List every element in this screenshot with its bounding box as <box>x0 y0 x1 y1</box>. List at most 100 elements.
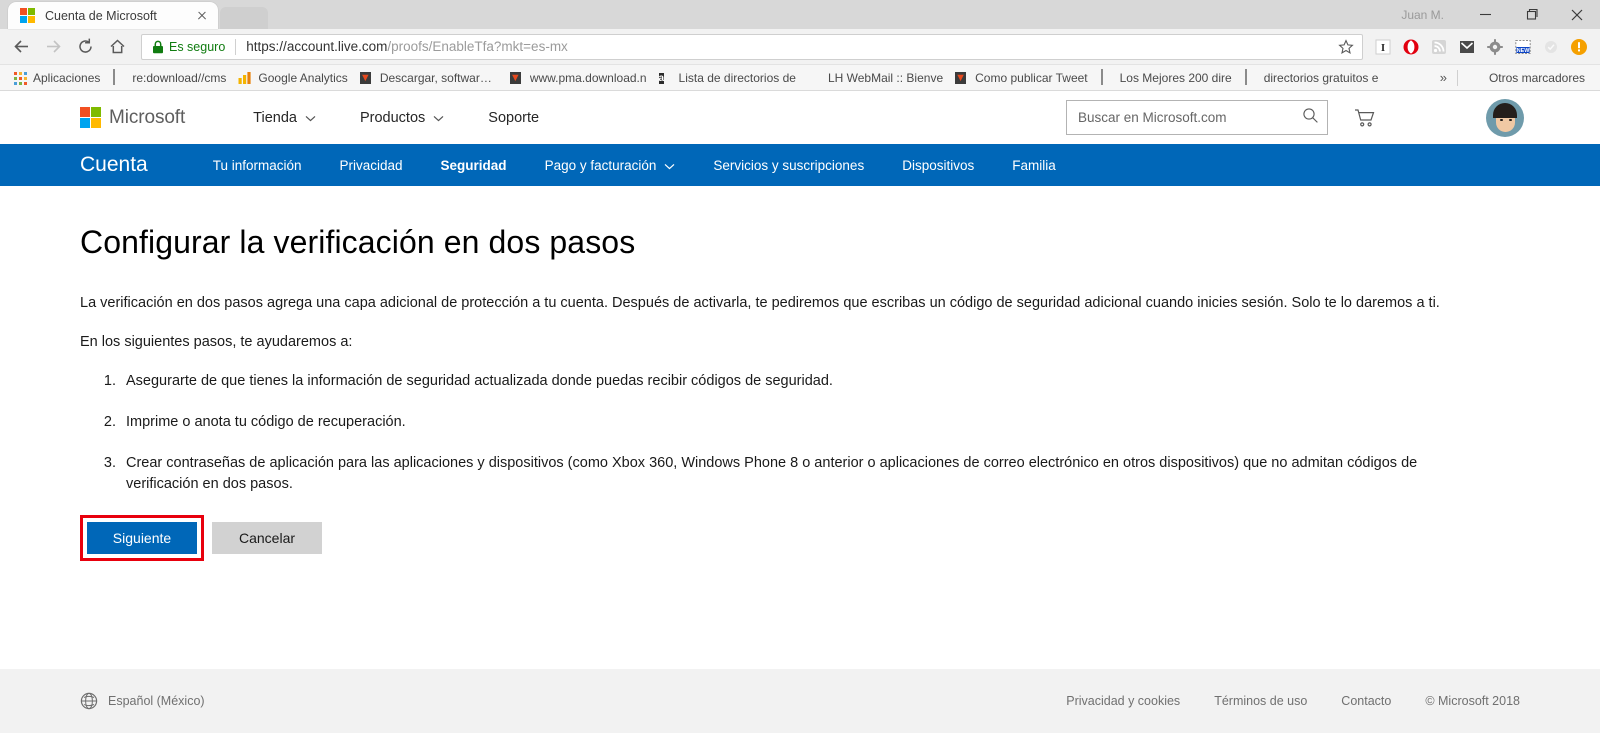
bookmark-item[interactable]: Google Analytics <box>233 68 354 88</box>
nav-item-tienda[interactable]: Tienda <box>231 110 338 126</box>
language-selector[interactable]: Español (México) <box>80 692 205 710</box>
search-input[interactable] <box>1078 110 1302 125</box>
opera-shield-icon[interactable] <box>1397 33 1425 61</box>
bookmark-item[interactable]: ▼ Descargar, software, c <box>355 68 505 88</box>
bookmark-apps[interactable]: Aplicaciones <box>8 68 107 88</box>
microsoft-global-header: Microsoft Tienda Productos Soporte <box>0 91 1600 144</box>
extension-toolbar: I NEW <box>1369 33 1593 61</box>
gmail-icon[interactable] <box>1453 33 1481 61</box>
lock-icon <box>152 40 164 54</box>
nav-item-productos[interactable]: Productos <box>338 110 466 126</box>
bookmark-label: LH WebMail :: Bienve <box>827 70 944 85</box>
account-nav: Cuenta Tu información Privacidad Segurid… <box>0 144 1600 186</box>
bookmark-label: Otros marcadores <box>1488 70 1585 85</box>
bookmark-label: directorios gratuitos e <box>1263 70 1379 85</box>
maximize-icon[interactable] <box>1508 0 1554 29</box>
account-nav-label: Pago y facturación <box>544 157 657 173</box>
url-text[interactable]: https://account.live.com/proofs/EnableTf… <box>246 39 568 54</box>
copyright: © Microsoft 2018 <box>1425 694 1520 708</box>
siguiente-button[interactable]: Siguiente <box>87 522 197 555</box>
chevron-right-overflow-icon[interactable]: » <box>1430 70 1457 85</box>
nav-label: Productos <box>359 109 426 126</box>
account-nav-item-servicios-y-suscripciones[interactable]: Servicios y suscripciones <box>694 144 883 186</box>
footer-link-contacto[interactable]: Contacto <box>1341 694 1391 708</box>
profile-name[interactable]: Juan M. <box>1401 8 1444 22</box>
url-path: /proofs/EnableTfa?mkt=es-mx <box>387 39 568 54</box>
page-content: Microsoft Tienda Productos Soporte Busca… <box>0 91 1600 733</box>
extension-i-icon[interactable]: I <box>1369 33 1397 61</box>
highlight-annotation: Siguiente <box>80 515 204 562</box>
back-arrow-icon[interactable] <box>7 33 35 61</box>
microsoft-logo-icon <box>20 7 36 24</box>
search-box[interactable] <box>1066 100 1328 135</box>
bookmark-label: Aplicaciones <box>33 70 101 85</box>
home-icon[interactable] <box>103 33 131 61</box>
account-nav-item-pago-y-facturacion[interactable]: Pago y facturación <box>526 144 695 186</box>
globe-icon <box>80 692 98 710</box>
address-bar[interactable]: Es seguro https://account.live.com/proof… <box>141 33 1363 60</box>
microsoft-wordmark: Microsoft <box>109 106 186 128</box>
avatar[interactable] <box>1486 98 1524 137</box>
nav-label: Tienda <box>253 109 297 126</box>
star-icon[interactable] <box>1334 35 1358 59</box>
bookmark-item[interactable]: ▼ www.pma.download.n <box>505 68 654 88</box>
bookmark-label: Los Mejores 200 dire <box>1119 70 1232 85</box>
secure-label: Es seguro <box>169 39 226 54</box>
bookmark-label: re:download//cms <box>132 70 227 85</box>
global-nav: Tienda Productos Soporte <box>231 110 561 126</box>
close-icon[interactable] <box>194 8 210 24</box>
account-nav-item-familia[interactable]: Familia <box>993 144 1075 186</box>
nav-label: Soporte <box>488 109 540 126</box>
account-brand[interactable]: Cuenta <box>80 153 148 177</box>
bookmark-item[interactable]: Los Mejores 200 dire <box>1095 68 1239 88</box>
new-badge-icon[interactable]: NEW <box>1509 33 1537 61</box>
intro-paragraph: La verificación en dos pasos agrega una … <box>80 295 1440 311</box>
account-nav-item-privacidad[interactable]: Privacidad <box>321 144 422 186</box>
bookmark-label: Como publicar Tweet <box>975 70 1088 85</box>
tab-title: Cuenta de Microsoft <box>45 8 157 23</box>
search-icon[interactable] <box>1302 107 1319 129</box>
reload-icon[interactable] <box>71 33 99 61</box>
document-icon <box>111 68 127 86</box>
close-icon[interactable] <box>1554 0 1600 29</box>
bookmarks-bar: Aplicaciones re:download//cms Google Ana… <box>0 65 1600 91</box>
divider <box>1456 69 1458 86</box>
footer-link-terminos-de-uso[interactable]: Términos de uso <box>1214 694 1307 708</box>
chevron-down-icon <box>664 158 675 173</box>
rss-feed-icon[interactable] <box>1425 33 1453 61</box>
alert-icon[interactable] <box>1565 33 1593 61</box>
nav-item-soporte[interactable]: Soporte <box>466 110 561 126</box>
globe-icon <box>807 70 823 86</box>
shopping-cart-icon[interactable] <box>1354 108 1376 128</box>
bookmark-other-folder[interactable]: Otros marcadores <box>1464 68 1592 88</box>
browser-toolbar: Es seguro https://account.live.com/proof… <box>0 29 1600 65</box>
minimize-icon[interactable] <box>1462 0 1508 29</box>
list-item: Crear contraseñas de aplicación para las… <box>120 453 1470 497</box>
header-right <box>1066 98 1600 137</box>
divider <box>235 38 237 55</box>
bookmarks-overflow: » Otros marcadores <box>1430 68 1592 88</box>
microsoft-logo[interactable]: Microsoft <box>80 107 185 129</box>
browser-tab[interactable]: Cuenta de Microsoft <box>8 2 218 29</box>
bookmark-item[interactable]: ▼ Como publicar Tweet <box>950 68 1095 88</box>
bookmark-item[interactable]: a Lista de directorios de <box>654 68 803 88</box>
page-footer: Español (México) Privacidad y cookies Té… <box>0 669 1600 733</box>
apps-grid-icon <box>12 70 28 86</box>
gear-icon[interactable] <box>1481 33 1509 61</box>
bookmark-label: Google Analytics <box>258 70 348 85</box>
footer-link-privacidad-y-cookies[interactable]: Privacidad y cookies <box>1066 694 1180 708</box>
browser-window: Cuenta de Microsoft Juan M. Es seguro ht… <box>0 0 1600 733</box>
bookmark-item[interactable]: re:download//cms <box>107 68 233 88</box>
bookmark-label: www.pma.download.n <box>529 70 647 85</box>
check-circle-icon[interactable] <box>1537 33 1565 61</box>
microsoft-logo-icon <box>80 107 101 128</box>
bookmark-item[interactable]: directorios gratuitos e <box>1239 68 1386 88</box>
account-nav-item-tu-informacion[interactable]: Tu información <box>194 144 321 186</box>
account-nav-item-seguridad[interactable]: Seguridad <box>422 144 526 186</box>
cancelar-button[interactable]: Cancelar <box>212 522 322 555</box>
bookmark-item[interactable]: LH WebMail :: Bienve <box>803 68 950 88</box>
account-nav-item-dispositivos[interactable]: Dispositivos <box>883 144 993 186</box>
new-tab-button[interactable] <box>220 7 268 29</box>
forward-arrow-icon <box>39 33 67 61</box>
amazon-icon: a <box>658 72 665 84</box>
